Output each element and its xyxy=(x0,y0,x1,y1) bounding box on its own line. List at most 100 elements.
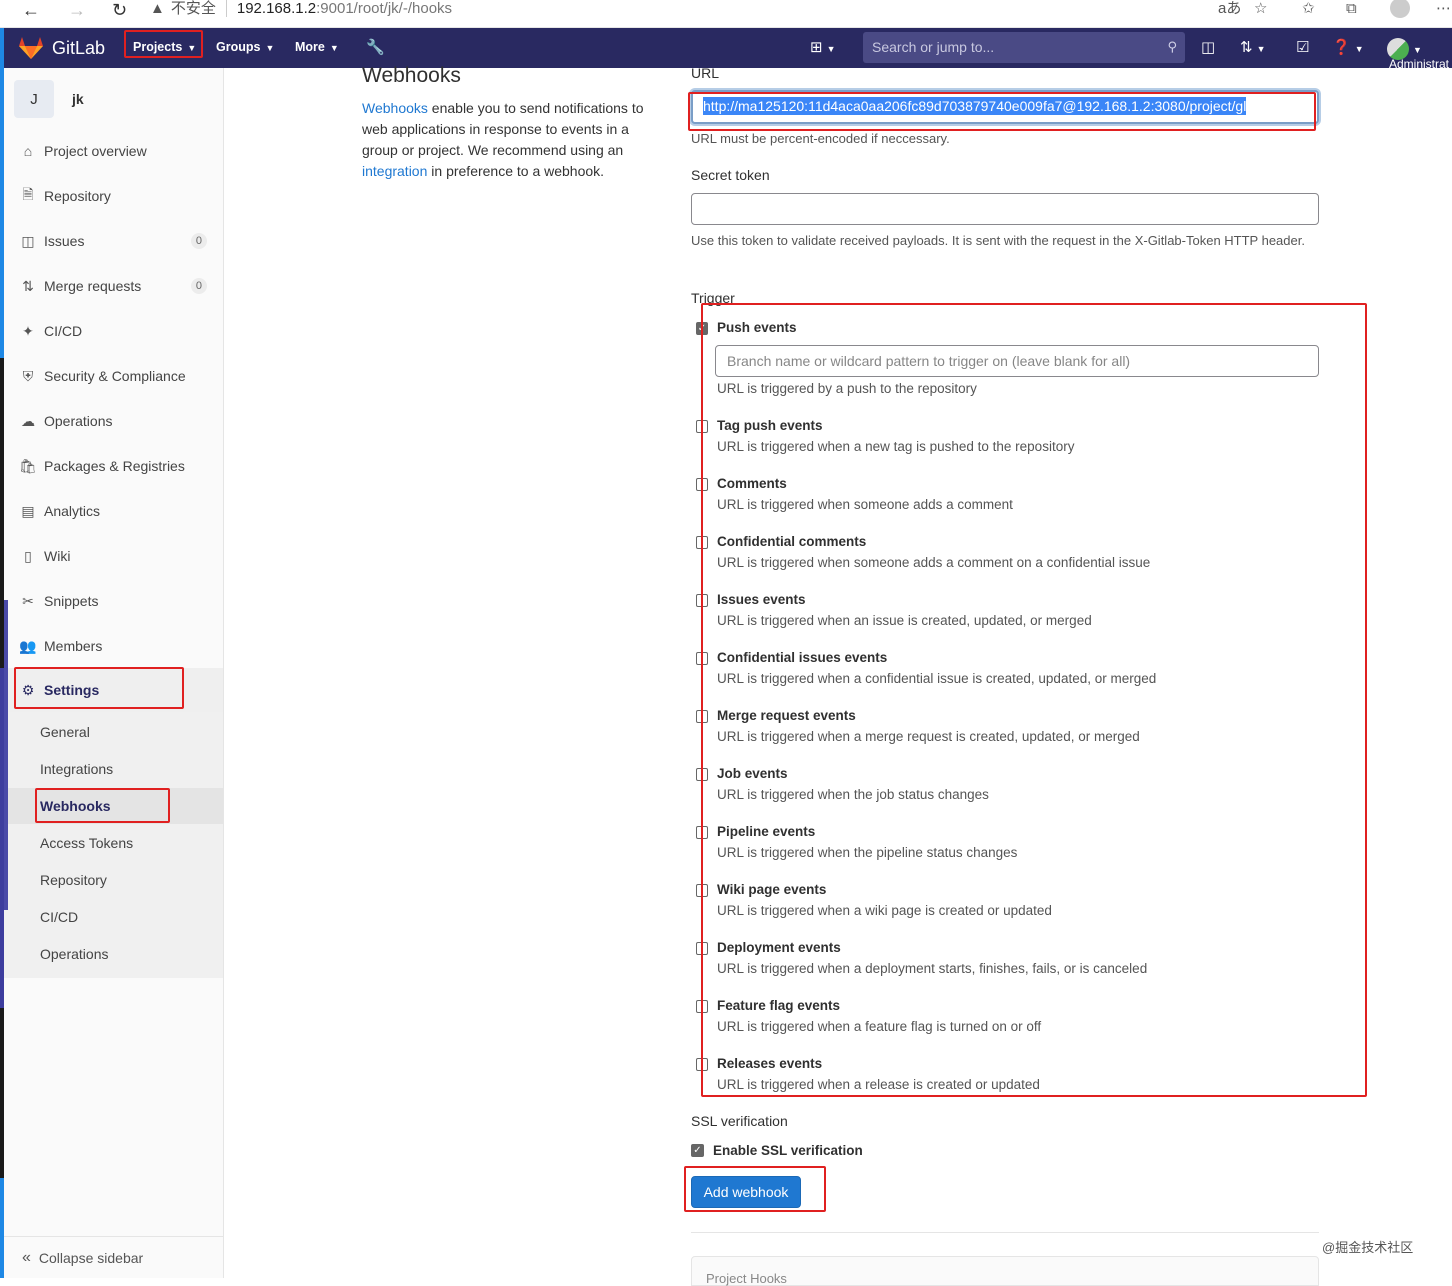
chevron-down-icon: ▼ xyxy=(265,43,275,53)
help-button[interactable]: ❓ ▼ xyxy=(1332,38,1364,56)
address-bar[interactable]: ▲ 不安全 192.168.1.2:9001/root/jk/-/hooks xyxy=(150,0,1200,22)
trigger-checkbox[interactable] xyxy=(696,768,708,781)
trigger-title[interactable]: Job events xyxy=(717,766,788,781)
url-help: URL must be percent-encoded if neccessar… xyxy=(691,131,950,146)
collapse-sidebar-button[interactable]: «Collapse sidebar xyxy=(4,1236,223,1278)
forward-icon[interactable]: → xyxy=(68,0,86,20)
section-divider xyxy=(691,1232,1319,1233)
trigger-checkbox[interactable] xyxy=(696,594,708,607)
trigger-title[interactable]: Merge request events xyxy=(717,708,856,723)
trigger-title[interactable]: Deployment events xyxy=(717,940,841,955)
trigger-description: URL is triggered when an issue is create… xyxy=(717,613,1092,628)
chevron-down-icon: ▼ xyxy=(826,44,836,54)
project-hooks-title: Project Hooks xyxy=(706,1271,787,1286)
issues-nav-icon[interactable]: ◫ xyxy=(1201,38,1215,56)
integration-link[interactable]: integration xyxy=(362,163,427,179)
rocket-icon: ✦ xyxy=(22,322,34,339)
sidebar-item-issues[interactable]: ◫ Issues 0 xyxy=(4,219,223,263)
trigger-checkbox[interactable] xyxy=(696,1058,708,1071)
chart-icon: ▤ xyxy=(21,502,35,519)
merge-request-icon: ⇅ xyxy=(22,277,34,294)
trigger-title[interactable]: Confidential issues events xyxy=(717,650,887,665)
profile-icon[interactable] xyxy=(1390,0,1410,18)
trigger-checkbox[interactable] xyxy=(696,1000,708,1013)
trigger-title[interactable]: Feature flag events xyxy=(717,998,840,1013)
trigger-title[interactable]: Issues events xyxy=(717,592,806,607)
search-icon: ⚲ xyxy=(1167,39,1177,54)
trigger-title[interactable]: Wiki page events xyxy=(717,882,826,897)
trigger-checkbox[interactable] xyxy=(696,710,708,723)
trigger-description: URL is triggered when a release is creat… xyxy=(717,1077,1040,1092)
chevron-down-icon: ▼ xyxy=(329,43,339,53)
nav-projects[interactable]: Projects ▼ xyxy=(133,40,196,54)
add-webhook-button[interactable]: Add webhook xyxy=(691,1176,801,1208)
trigger-title[interactable]: Confidential comments xyxy=(717,534,866,549)
trigger-title[interactable]: Comments xyxy=(717,476,787,491)
trigger-checkbox[interactable] xyxy=(696,478,708,491)
sidebar-item-members[interactable]: 👥 Members xyxy=(4,624,223,668)
trigger-description: URL is triggered when someone adds a com… xyxy=(717,497,1013,512)
merge-requests-count-badge: 0 xyxy=(190,278,207,294)
submenu-item-integrations[interactable]: Integrations xyxy=(4,751,223,787)
trigger-checkbox[interactable] xyxy=(696,652,708,665)
trigger-title[interactable]: Releases events xyxy=(717,1056,822,1071)
sidebar-item-security-compliance[interactable]: ⛨ Security & Compliance xyxy=(4,354,223,398)
webhooks-docs-link[interactable]: Webhooks xyxy=(362,100,428,116)
merge-requests-nav-button[interactable]: ⇅ ▼ xyxy=(1240,38,1266,56)
project-avatar: J xyxy=(14,80,54,118)
todos-icon[interactable]: ☑ xyxy=(1296,38,1309,56)
sidebar-item-analytics[interactable]: ▤ Analytics xyxy=(4,489,223,533)
admin-wrench-icon[interactable]: 🔧 xyxy=(366,38,385,56)
ssl-verification-checkbox[interactable]: ✓ Enable SSL verification xyxy=(691,1143,863,1158)
submenu-item-operations[interactable]: Operations xyxy=(4,936,223,972)
trigger-checkbox[interactable] xyxy=(696,826,708,839)
merge-request-icon: ⇅ xyxy=(1240,39,1253,56)
sidebar-item-cicd[interactable]: ✦ CI/CD xyxy=(4,309,223,353)
chevron-down-icon: ▼ xyxy=(1256,44,1266,54)
trigger-title[interactable]: Push events xyxy=(717,320,797,335)
trigger-label: Trigger xyxy=(691,290,735,306)
favorites-icon[interactable]: ✩ xyxy=(1302,0,1315,18)
trigger-checkbox[interactable] xyxy=(696,942,708,955)
secret-token-input[interactable] xyxy=(691,193,1319,225)
trigger-title[interactable]: Tag push events xyxy=(717,418,823,433)
new-item-button[interactable]: ⊞ ▼ xyxy=(810,38,836,56)
back-icon[interactable]: ← xyxy=(22,0,40,20)
more-icon[interactable]: ⋯ xyxy=(1436,0,1451,18)
trigger-checkbox[interactable]: ✓ xyxy=(696,322,708,335)
tanuki-icon xyxy=(19,37,43,59)
push-branch-filter-input[interactable]: Branch name or wildcard pattern to trigg… xyxy=(715,345,1319,377)
sidebar-item-packages-registries[interactable]: 🛍 Packages & Registries xyxy=(4,444,223,488)
trigger-checkbox[interactable] xyxy=(696,420,708,433)
submenu-item-webhooks[interactable]: Webhooks xyxy=(4,788,223,824)
sidebar-item-project-overview[interactable]: ⌂ Project overview xyxy=(4,129,223,173)
add-favorite-icon[interactable]: ☆ xyxy=(1254,0,1267,18)
submenu-item-general[interactable]: General xyxy=(4,714,223,750)
search-input[interactable]: Search or jump to... ⚲ xyxy=(863,32,1185,63)
trigger-description: URL is triggered when a new tag is pushe… xyxy=(717,439,1075,454)
refresh-icon[interactable]: ↻ xyxy=(112,0,127,20)
sidebar-item-snippets[interactable]: ✂ Snippets xyxy=(4,579,223,623)
collections-icon[interactable]: ⧉ xyxy=(1346,0,1357,18)
submenu-item-cicd[interactable]: CI/CD xyxy=(4,899,223,935)
project-hooks-card: Project Hooks xyxy=(691,1256,1319,1286)
gitlab-logo[interactable]: GitLab xyxy=(18,36,105,60)
submenu-item-access-tokens[interactable]: Access Tokens xyxy=(4,825,223,861)
project-header[interactable]: J jk xyxy=(14,80,84,118)
submenu-item-repository[interactable]: Repository xyxy=(4,862,223,898)
sidebar-item-wiki[interactable]: ▯ Wiki xyxy=(4,534,223,578)
sidebar-item-operations[interactable]: ☁ Operations xyxy=(4,399,223,443)
search-placeholder: Search or jump to... xyxy=(872,39,995,55)
sidebar-item-repository[interactable]: 🗎 Repository xyxy=(4,174,223,218)
trigger-checkbox[interactable] xyxy=(696,884,708,897)
url-input[interactable]: http://ma125120:11d4aca0aa206fc89d703879… xyxy=(691,90,1319,124)
sidebar-item-merge-requests[interactable]: ⇅ Merge requests 0 xyxy=(4,264,223,308)
nav-groups[interactable]: Groups ▼ xyxy=(216,40,274,54)
read-aloud-icon[interactable]: aあ xyxy=(1218,0,1241,18)
trigger-title[interactable]: Pipeline events xyxy=(717,824,815,839)
book-icon: ▯ xyxy=(24,547,32,564)
nav-more[interactable]: More ▼ xyxy=(295,40,339,54)
trigger-checkbox[interactable] xyxy=(696,536,708,549)
document-icon: 🗎 xyxy=(22,186,34,202)
sidebar-item-settings[interactable]: ⚙ Settings xyxy=(4,668,223,712)
